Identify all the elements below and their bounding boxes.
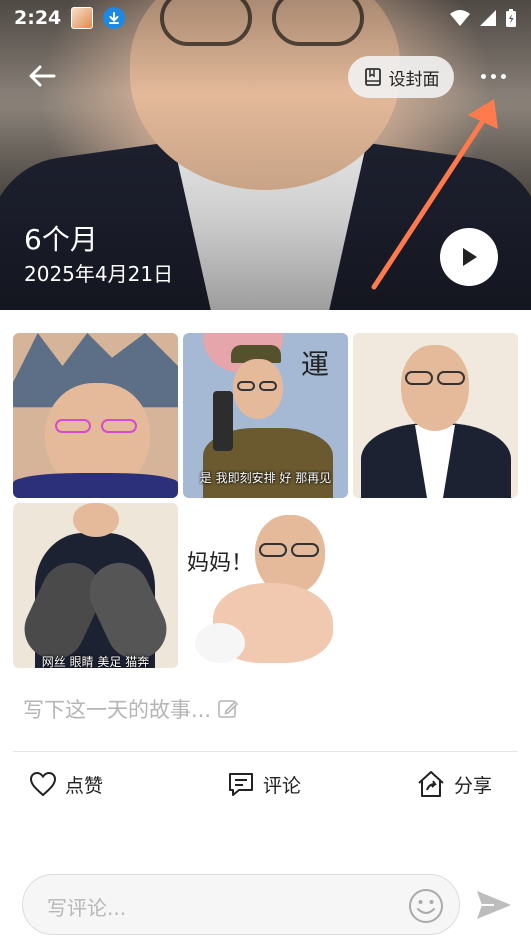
comment-placeholder: 写评论... <box>47 896 127 920</box>
book-icon <box>364 68 381 86</box>
photo-caption: 网丝 眼睛 美足 猫奔 <box>41 655 150 668</box>
more-dot-icon <box>500 73 506 79</box>
photo-item[interactable]: 運 是 我即刻安排 好 那再见 <box>183 333 348 498</box>
signal-icon <box>480 10 496 26</box>
meme-caption: 妈妈！ <box>187 551 254 576</box>
share-home-icon <box>418 771 444 797</box>
more-dot-icon <box>480 73 486 79</box>
album-date: 2025年4月21日 <box>24 262 174 286</box>
album-title: 6个月 <box>24 223 98 256</box>
photo-item[interactable] <box>13 333 178 498</box>
back-arrow-icon <box>29 65 56 87</box>
send-icon[interactable] <box>474 887 514 923</box>
like-label: 点赞 <box>65 774 104 797</box>
share-button[interactable]: 分享 <box>416 764 492 804</box>
comment-label: 评论 <box>263 774 302 797</box>
story-prompt[interactable]: 写下这一天的故事... <box>23 694 239 724</box>
story-placeholder: 写下这一天的故事... <box>23 698 212 722</box>
photo-item[interactable] <box>353 333 518 498</box>
annotation-arrow <box>371 99 498 290</box>
more-dot-icon <box>490 73 496 79</box>
battery-icon <box>506 9 516 27</box>
photo-caption: 是 我即刻安排 好 那再见 <box>199 471 332 485</box>
back-button[interactable] <box>26 60 58 92</box>
status-time: 2:24 <box>14 7 62 29</box>
divider <box>13 751 518 752</box>
photo-item[interactable]: 妈妈！ <box>183 503 348 668</box>
emoji-icon[interactable] <box>407 887 445 925</box>
comment-icon <box>229 773 253 796</box>
download-icon <box>103 7 126 29</box>
sign-text: 運 <box>301 348 330 381</box>
share-label: 分享 <box>454 774 493 797</box>
wifi-icon <box>450 10 470 26</box>
notification-avatar-icon <box>71 7 94 29</box>
edit-icon <box>218 700 239 718</box>
like-button[interactable]: 点赞 <box>29 764 103 804</box>
comment-button[interactable]: 评论 <box>227 764 301 804</box>
action-bar: 点赞 评论 分享 <box>0 764 531 804</box>
comment-input[interactable]: 写评论... <box>22 874 460 935</box>
status-bar: 2:24 <box>0 0 531 36</box>
photo-item[interactable]: 网丝 眼睛 美足 猫奔 <box>13 503 178 668</box>
heart-icon <box>29 771 57 797</box>
